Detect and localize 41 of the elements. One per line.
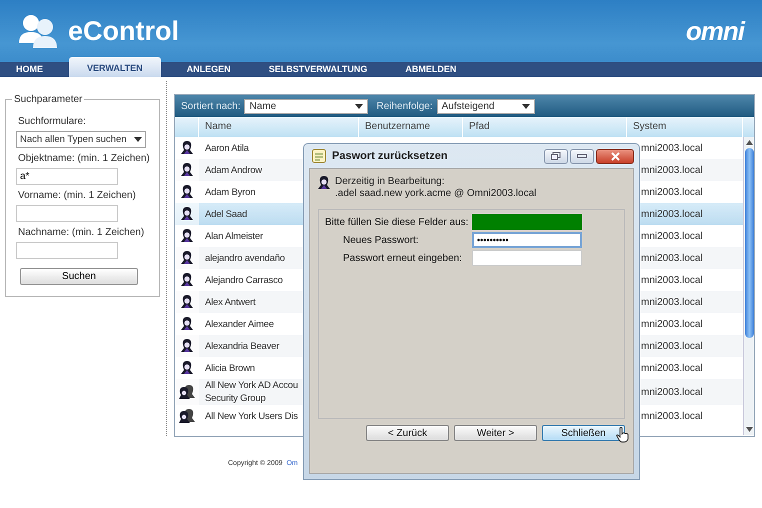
field-label: Passwort erneut eingeben: [343, 252, 462, 264]
field-label: Nachname: (min. 1 Zeichen) [18, 227, 146, 238]
table-cell: Adam Androw [205, 164, 262, 176]
table-cell: Alex Antwert [205, 296, 256, 308]
table-cell: mni2003.local [641, 340, 703, 352]
order-label: Reihenfolge: [376, 100, 433, 112]
table-cell: Adam Byron [205, 186, 256, 198]
app-title: eControl [68, 16, 179, 46]
dialog-title: Paswort zurücksetzen [332, 150, 448, 162]
table-cell: Aaron Atila [205, 142, 249, 154]
editing-object: .adel saad.new york.acme @ Omni2003.local [335, 188, 536, 200]
table-cell: Alexandria Beaver [205, 340, 280, 352]
table-cell: Adel Saad [205, 208, 248, 220]
table-cell: All New York AD Accou Security Group [205, 379, 298, 405]
table-cell: mni2003.local [641, 252, 703, 264]
table-cell: mni2003.local [641, 208, 703, 220]
table-cell: alejandro avendaño [205, 252, 285, 264]
panel-legend: Suchparameter [12, 94, 84, 105]
table-cell: Alan Almeister [205, 230, 263, 242]
table-cell: mni2003.local [641, 186, 703, 198]
table-cell: All New York Users Dis [205, 410, 298, 422]
table-cell: mni2003.local [641, 142, 703, 154]
table-cell: Alejandro Carrasco [205, 274, 283, 286]
table-cell: Alexander Aimee [205, 318, 274, 330]
table-cell: mni2003.local [641, 386, 703, 398]
table-cell: mni2003.local [641, 274, 703, 286]
brand-logo: omni [686, 16, 744, 46]
instruction-text: Bitte füllen Sie diese Felder aus: [325, 216, 468, 228]
table-cell: mni2003.local [641, 362, 703, 374]
editing-label: Derzeitig in Bearbeitung: [335, 176, 446, 188]
field-label: Neues Passwort: [343, 234, 419, 246]
table-cell: mni2003.local [641, 410, 703, 422]
field-label: Objektname: (min. 1 Zeichen) [18, 153, 151, 164]
sort-label: Sortiert nach: [181, 100, 240, 112]
table-cell: mni2003.local [641, 318, 703, 330]
table-cell: Alicia Brown [205, 362, 255, 374]
field-label: Vorname: (min. 1 Zeichen) [18, 190, 137, 201]
field-label: Suchformulare: [18, 116, 87, 127]
table-cell: mni2003.local [641, 164, 703, 176]
table-cell: mni2003.local [641, 230, 703, 242]
table-cell: mni2003.local [641, 296, 703, 308]
